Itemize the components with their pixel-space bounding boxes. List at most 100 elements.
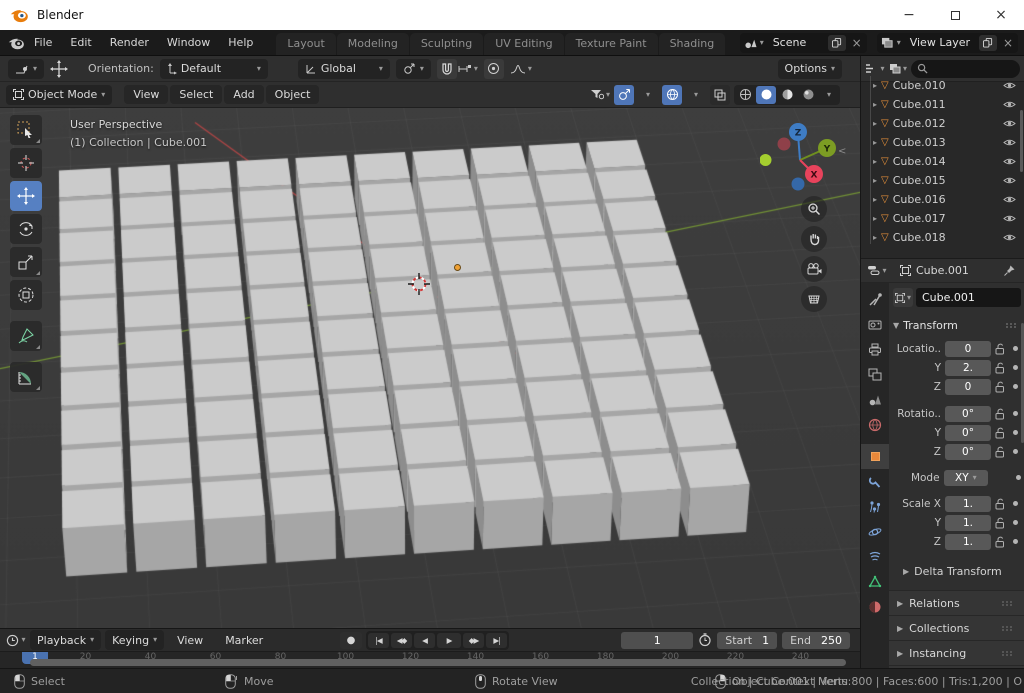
previous-keyframe-button[interactable]: ◀◆: [391, 633, 412, 648]
menu-item[interactable]: Window: [158, 33, 219, 52]
transform-value-field[interactable]: 0: [945, 341, 991, 357]
tab-world[interactable]: [861, 412, 889, 437]
visibility-eye-icon[interactable]: [1003, 138, 1016, 147]
outliner-item[interactable]: ▸ ▽ Cube.014: [865, 152, 1024, 171]
shading-dropdown[interactable]: ▾: [819, 86, 839, 104]
rotation-mode-dropdown[interactable]: XY ▾: [944, 470, 989, 486]
transform-value-field[interactable]: 0°: [945, 444, 991, 460]
object-name[interactable]: Cube.017: [893, 212, 999, 225]
tool-tweak-select[interactable]: [10, 115, 42, 145]
tool-measure[interactable]: [10, 362, 42, 392]
tab-scene[interactable]: [861, 387, 889, 412]
frame-end-field[interactable]: End 250: [782, 632, 850, 649]
orientation-dropdown[interactable]: Default ▾: [160, 59, 268, 79]
transform-value-field[interactable]: 1.: [945, 515, 991, 531]
timeline-view-menu[interactable]: View: [168, 631, 212, 650]
tab-material[interactable]: [861, 594, 889, 619]
close-button[interactable]: ×: [978, 0, 1024, 30]
transform-value-field[interactable]: 0°: [945, 425, 991, 441]
expand-icon[interactable]: ▸: [873, 233, 877, 242]
gizmos-dropdown[interactable]: ▾: [638, 85, 658, 105]
expand-icon[interactable]: ▸: [873, 176, 877, 185]
scene-selector[interactable]: ▾ Scene ×: [740, 33, 867, 53]
tab-object[interactable]: [861, 444, 889, 469]
object-name[interactable]: Cube.016: [893, 193, 999, 206]
object-name[interactable]: Cube.018: [893, 231, 999, 244]
gizmo-neg-z[interactable]: [792, 178, 805, 191]
frame-start-field[interactable]: Start 1: [717, 632, 777, 649]
pan-hand-button[interactable]: [801, 226, 827, 252]
menu-item[interactable]: Render: [101, 33, 158, 52]
tab-tool[interactable]: [861, 287, 889, 312]
expand-icon[interactable]: ▸: [873, 157, 877, 166]
animate-dot[interactable]: [1013, 411, 1018, 416]
timeline-scrollbar[interactable]: [30, 659, 846, 666]
tab-constraints[interactable]: [861, 544, 889, 569]
animate-dot[interactable]: [1013, 430, 1018, 435]
zoom-button[interactable]: [801, 196, 827, 222]
tool-annotate[interactable]: [10, 321, 42, 351]
active-tool-dropdown[interactable]: ▾: [8, 59, 44, 79]
menu-item[interactable]: File: [25, 33, 61, 52]
visibility-eye-icon[interactable]: [1003, 100, 1016, 109]
animate-dot[interactable]: [1016, 475, 1021, 480]
expand-icon[interactable]: ▸: [873, 119, 877, 128]
workspace-tab[interactable]: UV Editing: [484, 33, 563, 55]
maximize-button[interactable]: [932, 0, 978, 30]
tool-move[interactable]: [10, 181, 42, 211]
outliner-item[interactable]: ▸ ▽ Cube.015: [865, 171, 1024, 190]
animate-dot[interactable]: [1013, 520, 1018, 525]
visibility-eye-icon[interactable]: [1003, 233, 1016, 242]
transform-panel-header[interactable]: ▼ Transform: [893, 315, 1021, 335]
visibility-eye-icon[interactable]: [1003, 195, 1016, 204]
minimize-button[interactable]: −: [886, 0, 932, 30]
expand-icon[interactable]: ▸: [873, 81, 877, 90]
gizmos-toggle[interactable]: [614, 85, 634, 105]
overlays-dropdown[interactable]: ▾: [686, 85, 706, 105]
outliner-item[interactable]: ▸ ▽ Cube.012: [865, 114, 1024, 133]
panel-header[interactable]: ▶ Relations: [889, 590, 1024, 615]
outliner-item[interactable]: ▸ ▽ Cube.013: [865, 133, 1024, 152]
transform-value-field[interactable]: 1.: [945, 534, 991, 550]
menu-item[interactable]: Help: [219, 33, 262, 52]
lock-icon[interactable]: [995, 446, 1006, 458]
tab-object-data[interactable]: [861, 569, 889, 594]
options-dropdown[interactable]: Options ▾: [778, 59, 842, 79]
play-button[interactable]: ▶: [437, 633, 461, 648]
lock-icon[interactable]: [995, 362, 1006, 374]
xray-toggle[interactable]: [710, 85, 730, 105]
camera-view-button[interactable]: [801, 256, 827, 282]
tool-transform[interactable]: [10, 280, 42, 310]
shading-wireframe-button[interactable]: [735, 86, 755, 104]
object-id-dropdown[interactable]: ▾: [893, 288, 913, 307]
preview-range-clock-icon[interactable]: [698, 633, 712, 647]
tab-physics[interactable]: [861, 519, 889, 544]
tab-particles[interactable]: [861, 494, 889, 519]
shading-material-button[interactable]: [777, 86, 797, 104]
lock-icon[interactable]: [995, 517, 1006, 529]
object-name[interactable]: Cube.015: [893, 174, 999, 187]
outliner-item[interactable]: ▸ ▽ Cube.017: [865, 209, 1024, 228]
animate-dot[interactable]: [1013, 501, 1018, 506]
viewport-menu-item[interactable]: Select: [170, 85, 222, 104]
object-name[interactable]: Cube.013: [893, 136, 999, 149]
snap-mode-dropdown[interactable]: ▾: [458, 59, 478, 79]
tab-render[interactable]: [861, 312, 889, 337]
visibility-eye-icon[interactable]: [1003, 176, 1016, 185]
perspective-toggle-button[interactable]: [801, 286, 827, 312]
breadcrumb[interactable]: Cube.001: [916, 264, 969, 277]
new-scene-button[interactable]: [828, 35, 846, 51]
falloff-dropdown[interactable]: ▾: [510, 59, 532, 79]
gizmo-neg-y[interactable]: [760, 154, 772, 166]
object-visibility-dropdown[interactable]: ▾: [590, 85, 610, 105]
outliner-item[interactable]: ▸ ▽ Cube.010: [865, 76, 1024, 95]
expand-icon[interactable]: ▸: [873, 100, 877, 109]
visibility-eye-icon[interactable]: [1003, 119, 1016, 128]
properties-editor-type-dropdown[interactable]: ▾: [867, 261, 887, 281]
expand-icon[interactable]: ▸: [873, 138, 877, 147]
transform-value-field[interactable]: 1.: [945, 496, 991, 512]
scene-name[interactable]: Scene: [767, 36, 825, 49]
expand-icon[interactable]: ▸: [873, 195, 877, 204]
object-name-field[interactable]: Cube.001: [916, 288, 1021, 307]
keying-menu[interactable]: Keying▾: [105, 630, 164, 650]
